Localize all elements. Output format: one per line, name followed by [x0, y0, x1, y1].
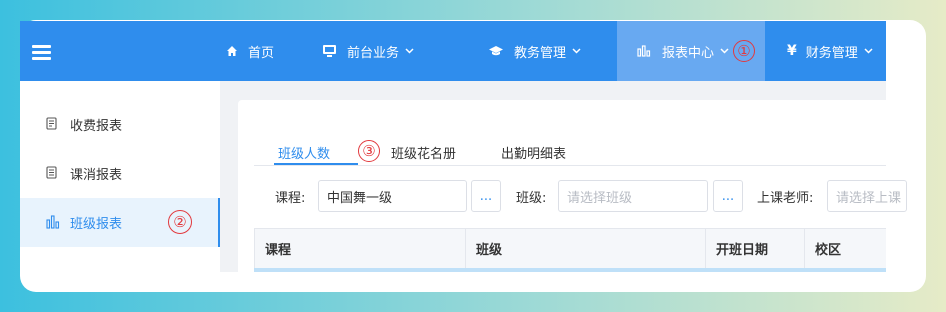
tab-label: 班级人数	[278, 147, 331, 162]
home-icon	[227, 46, 237, 56]
class-label: 班级:	[516, 191, 547, 206]
nav-report-center[interactable]: 报表中心 ①	[617, 21, 765, 81]
nav-finance[interactable]: ¥ 财务管理	[787, 21, 873, 81]
report-panel: 班级人数 ③ 班级花名册 出勤明细表 课程: 中国舞一级 ... 班级: 请选择…	[238, 100, 907, 272]
column-header-campus[interactable]: 校区	[805, 229, 887, 268]
nav-finance-label: 财务管理	[805, 45, 858, 61]
annotation-marker-2: ②	[168, 210, 192, 234]
receipt-icon	[46, 117, 57, 130]
sidebar-item-fee-report[interactable]: 收费报表	[20, 100, 220, 149]
nav-report-center-label: 报表中心	[662, 45, 715, 61]
monitor-icon	[323, 45, 336, 57]
top-navbar: 首页 前台业务 教务管理 报表中心 ① ¥ 财务管理	[20, 21, 886, 81]
course-picker-button[interactable]: ...	[471, 180, 501, 212]
menu-icon[interactable]	[32, 45, 51, 60]
sidebar-item-label: 课消报表	[70, 168, 123, 183]
column-header-start-date[interactable]: 开班日期	[706, 229, 805, 268]
teacher-input[interactable]: 请选择上课	[827, 180, 907, 212]
tab-class-roster[interactable]: 班级花名册	[391, 143, 456, 162]
sidebar-item-class-report[interactable]: 班级报表 ②	[20, 198, 220, 247]
chevron-down-icon	[405, 48, 414, 54]
bar-chart-icon	[637, 45, 651, 57]
tabs-divider	[254, 165, 886, 166]
nav-home[interactable]: 首页	[226, 21, 274, 81]
course-input[interactable]: 中国舞一级	[318, 180, 467, 212]
column-header-course[interactable]: 课程	[255, 229, 466, 268]
chevron-down-icon	[864, 48, 873, 54]
tab-attendance-detail[interactable]: 出勤明细表	[501, 143, 566, 162]
class-picker-button[interactable]: ...	[713, 180, 743, 212]
tab-class-headcount[interactable]: 班级人数	[278, 143, 330, 162]
table-header: 课程 班级 开班日期 校区	[254, 228, 886, 268]
annotation-marker-1: ①	[733, 40, 756, 62]
tab-label: 出勤明细表	[501, 147, 567, 162]
sidebar-item-class-consumption-report[interactable]: 课消报表	[20, 149, 220, 198]
annotation-marker-3: ③	[358, 140, 380, 162]
sidebar-item-label: 收费报表	[70, 119, 123, 134]
bar-chart-icon	[46, 215, 60, 229]
tab-label: 班级花名册	[391, 147, 457, 162]
nav-front-desk[interactable]: 前台业务	[322, 21, 414, 81]
graduation-cap-icon	[489, 46, 503, 56]
nav-academic[interactable]: 教务管理	[488, 21, 581, 81]
chevron-down-icon	[572, 48, 581, 54]
course-label: 课程:	[275, 191, 306, 206]
table-row[interactable]	[254, 268, 886, 272]
yen-icon: ¥	[787, 43, 797, 59]
nav-home-label: 首页	[248, 45, 275, 61]
nav-front-desk-label: 前台业务	[347, 45, 400, 61]
chevron-down-icon	[720, 48, 729, 54]
sidebar: 收费报表 课消报表 班级报表 ②	[20, 81, 220, 272]
sidebar-item-label: 班级报表	[70, 217, 123, 232]
column-header-class[interactable]: 班级	[466, 229, 706, 268]
document-icon	[46, 166, 57, 179]
nav-academic-label: 教务管理	[514, 45, 567, 61]
class-input[interactable]: 请选择班级	[558, 180, 708, 212]
teacher-label: 上课老师:	[757, 191, 814, 206]
